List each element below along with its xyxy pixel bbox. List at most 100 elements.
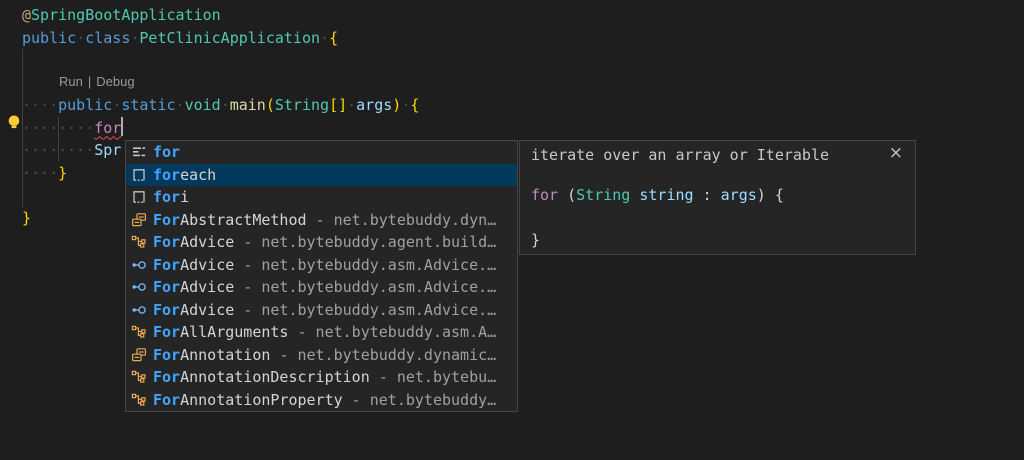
code-editor[interactable]: @SpringBootApplicationpublic·class·PetCl… <box>0 0 1024 460</box>
codelens-separator: | <box>83 74 96 89</box>
suggestion-item[interactable]: for <box>126 141 517 164</box>
suggestion-docs-panel: iterate over an array or Iterable × for … <box>519 140 916 255</box>
code-token: { <box>329 29 338 47</box>
code-token: } <box>58 164 67 182</box>
suggestion-item[interactable]: ForAnnotationProperty - net.bytebuddy… <box>126 389 517 412</box>
docs-code-sample: for (String string : args) {} <box>531 184 784 252</box>
suggestion-detail: - net.bytebuddy.asm.Advice.… <box>234 278 496 296</box>
text-cursor <box>121 117 123 136</box>
suggestion-label: ForAdvice <box>153 278 234 296</box>
enum-icon <box>131 324 147 340</box>
code-token: class <box>85 29 130 47</box>
code-line: for (String string : args) { <box>531 184 784 207</box>
code-line <box>531 207 784 230</box>
whitespace-dots: · <box>347 96 356 114</box>
code-line: ········for <box>22 117 419 140</box>
code-token: main <box>230 96 266 114</box>
code-line: public·class·PetClinicApplication·{ <box>22 27 419 50</box>
whitespace-dots: · <box>112 96 121 114</box>
snippet-icon <box>131 167 147 183</box>
suggestion-label: ForAdvice <box>153 301 234 319</box>
codelens: Run|Debug <box>22 72 419 95</box>
code-token: [] <box>329 96 347 114</box>
suggestion-label: fori <box>153 188 189 206</box>
code-token: ) { <box>757 186 784 204</box>
intellisense-suggest-widget: for foreach fori ForAbstractMethod - net.by… <box>125 140 518 412</box>
code-token: args <box>721 186 757 204</box>
code-token: void <box>185 96 221 114</box>
whitespace-dots: · <box>401 96 410 114</box>
enum-icon <box>131 392 147 408</box>
code-token: Spr <box>94 141 121 159</box>
snippet-icon <box>131 189 147 205</box>
interface-icon <box>131 302 147 318</box>
enum-icon <box>131 369 147 385</box>
code-token: : <box>694 186 721 204</box>
whitespace-dots: ···· <box>22 96 58 114</box>
suggestion-item[interactable]: ForAnnotationDescription - net.bytebu… <box>126 366 517 389</box>
code-token: String <box>576 186 630 204</box>
close-icon[interactable]: × <box>889 143 903 163</box>
whitespace-dots: · <box>76 29 85 47</box>
suggestion-item[interactable]: foreach <box>126 164 517 187</box>
suggestion-detail: - net.bytebuddy… <box>343 391 497 409</box>
suggestion-item[interactable]: ForAdvice - net.bytebuddy.agent.build… <box>126 231 517 254</box>
whitespace-dots: · <box>176 96 185 114</box>
suggestion-label: ForAnnotationProperty <box>153 391 343 409</box>
code-token: ( <box>558 186 576 204</box>
code-token: } <box>22 209 31 227</box>
code-token: for <box>531 186 558 204</box>
code-token: public <box>22 29 76 47</box>
suggestion-item[interactable]: ForAdvice - net.bytebuddy.asm.Advice.… <box>126 276 517 299</box>
suggestion-item[interactable]: ForAdvice - net.bytebuddy.asm.Advice.… <box>126 299 517 322</box>
code-token: PetClinicApplication <box>139 29 320 47</box>
code-token: args <box>356 96 392 114</box>
codelens-debug-link[interactable]: Debug <box>96 74 134 89</box>
code-token: SpringBootApplication <box>31 6 221 24</box>
suggestion-detail: - net.bytebuddy.dynamic… <box>270 346 496 364</box>
whitespace-dots: ········ <box>22 141 94 159</box>
suggestion-label: for <box>153 143 180 161</box>
enum-icon <box>131 234 147 250</box>
suggestion-detail: - net.bytebuddy.agent.build… <box>234 233 496 251</box>
suggestion-detail: - net.bytebuddy.asm.Advice.… <box>234 256 496 274</box>
whitespace-dots: · <box>320 29 329 47</box>
code-token: public <box>58 96 112 114</box>
code-line: } <box>531 229 784 252</box>
code-token: @ <box>22 6 31 24</box>
code-token: for <box>94 119 121 137</box>
class-icon <box>131 212 147 228</box>
suggestion-detail: - net.bytebuddy.asm.Advice.… <box>234 301 496 319</box>
suggestion-label: foreach <box>153 166 216 184</box>
suggestion-label: ForAnnotation <box>153 346 270 364</box>
suggestion-label: ForAnnotationDescription <box>153 368 370 386</box>
code-line: @SpringBootApplication <box>22 4 419 27</box>
whitespace-dots: ···· <box>22 164 58 182</box>
code-token: ) <box>392 96 401 114</box>
class-icon <box>131 347 147 363</box>
suggestion-detail: - net.bytebu… <box>370 368 496 386</box>
suggestion-label: ForAdvice <box>153 256 234 274</box>
suggestion-item[interactable]: ForAbstractMethod - net.bytebuddy.dyn… <box>126 209 517 232</box>
suggestion-item[interactable]: ForAnnotation - net.bytebuddy.dynamic… <box>126 344 517 367</box>
code-token: } <box>531 231 540 249</box>
code-token: String <box>275 96 329 114</box>
suggestion-label: ForAllArguments <box>153 323 288 341</box>
codelens-run-link[interactable]: Run <box>59 74 83 89</box>
whitespace-dots: · <box>221 96 230 114</box>
code-token: { <box>410 96 419 114</box>
code-line: ····public·static·void·main(String[]·arg… <box>22 94 419 117</box>
suggestion-item[interactable]: ForAllArguments - net.bytebuddy.asm.A… <box>126 321 517 344</box>
suggestion-detail: - net.bytebuddy.asm.A… <box>288 323 496 341</box>
code-token: ( <box>266 96 275 114</box>
suggestion-item[interactable]: fori <box>126 186 517 209</box>
code-token: static <box>121 96 175 114</box>
suggestion-detail: - net.bytebuddy.dyn… <box>307 211 497 229</box>
suggestion-label: ForAbstractMethod <box>153 211 307 229</box>
quick-fix-lightbulb-icon[interactable] <box>5 114 23 132</box>
suggestion-item[interactable]: ForAdvice - net.bytebuddy.asm.Advice.… <box>126 254 517 277</box>
interface-icon <box>131 279 147 295</box>
code-token: string <box>639 186 693 204</box>
interface-icon <box>131 257 147 273</box>
whitespace-dots: ········ <box>22 119 94 137</box>
